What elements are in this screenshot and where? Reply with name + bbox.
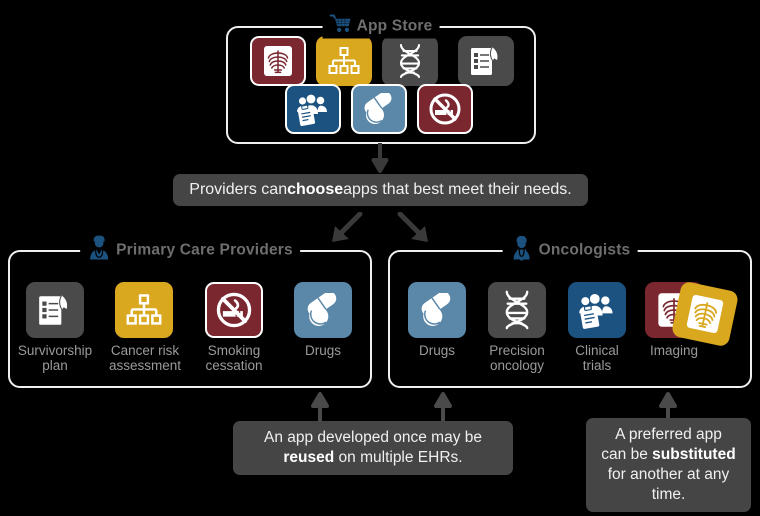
app-survivorship-plan[interactable] (26, 282, 84, 338)
banner-choose-apps: Providers can choose apps that best meet… (173, 174, 588, 206)
app-clinical-trials[interactable] (568, 282, 626, 338)
hierarchy-chart-icon (126, 294, 162, 325)
arrow-reuse-left (311, 392, 329, 424)
note-reuse-line2-suffix: on multiple EHRs. (334, 449, 463, 466)
app-precision-oncology[interactable] (488, 282, 546, 338)
app-drugs-oncologists[interactable] (408, 282, 466, 338)
banner-bold: choose (287, 181, 344, 198)
app-label-smoking-cessation: Smoking cessation (205, 343, 263, 373)
clipboard-ribbon-icon (471, 47, 498, 75)
banner-prefix: Providers can (189, 181, 288, 198)
hierarchy-chart-icon (328, 47, 360, 74)
tile-clipboard-ribbon[interactable] (458, 36, 514, 86)
tile-xray-chest[interactable] (250, 36, 306, 86)
app-label-imaging: Imaging (649, 343, 699, 358)
arrow-banner-to-oncologists (397, 212, 428, 242)
tile-clinical-trials-people[interactable] (285, 84, 341, 134)
note-reuse: An app developed once may be reused on m… (233, 421, 513, 475)
note-substitute-line3: for another at any (607, 466, 730, 483)
note-substitute-bold: substituted (652, 446, 736, 463)
dna-helix-icon (505, 290, 529, 330)
arrow-banner-to-primary-care (332, 212, 363, 242)
dna-helix-icon (399, 43, 421, 79)
panel-title-group-primary-care: Primary Care Providers (80, 234, 300, 266)
no-smoking-icon (216, 292, 252, 328)
xray-chest-icon (264, 46, 292, 76)
tile-drugs-pills[interactable] (351, 84, 407, 134)
app-store-title: App Store (356, 17, 433, 34)
shopping-cart-icon (329, 14, 352, 39)
note-substitute-line2: can be substituted (601, 445, 735, 465)
note-substitute-line2-prefix: can be (601, 446, 653, 463)
note-substitute-line1: A preferred app (615, 426, 722, 443)
panel-title-group-oncologists: Oncologists (502, 234, 638, 266)
note-substitute-line4: time. (651, 486, 686, 503)
tile-no-smoking[interactable] (417, 84, 473, 134)
panel-title-primary-care: Primary Care Providers (116, 241, 293, 258)
clipboard-ribbon-icon (39, 295, 68, 325)
tile-dna-helix[interactable] (382, 36, 438, 86)
drugs-pills-icon (307, 293, 337, 326)
app-smoking-cessation[interactable] (205, 282, 263, 338)
no-smoking-icon (429, 93, 461, 125)
panel-title-oncologists: Oncologists (538, 241, 631, 258)
app-label-drugs-primary-care: Drugs (304, 343, 341, 358)
drugs-pills-icon (364, 93, 392, 124)
app-label-cancer-risk-assessment: Cancer risk assessment (108, 343, 182, 373)
tile-hierarchy-chart[interactable] (316, 36, 372, 86)
note-substitute: A preferred app can be substituted for a… (586, 418, 751, 512)
note-reuse-line2: reused on multiple EHRs. (283, 448, 462, 468)
note-reuse-bold: reused (283, 449, 335, 466)
doctor-icon (87, 235, 111, 266)
app-store-title-group: App Store (322, 13, 440, 39)
app-cancer-risk-assessment[interactable] (115, 282, 173, 338)
clinical-trials-people-icon (297, 94, 327, 126)
xray-chest-icon (686, 294, 724, 334)
app-drugs-primary-care[interactable] (294, 282, 352, 338)
note-reuse-line1: An app developed once may be (263, 429, 483, 446)
app-label-survivorship-plan: Survivorship plan (17, 343, 93, 373)
banner-suffix: apps that best meet their needs. (343, 181, 572, 198)
drugs-pills-icon (421, 293, 451, 326)
clinical-trials-people-icon (579, 294, 613, 329)
app-imaging-substitute[interactable] (670, 280, 740, 348)
arrow-store-to-banner (371, 143, 389, 173)
oncologist-icon (510, 235, 534, 266)
arrow-reuse-right (434, 392, 452, 424)
infographic-stage: App Store Providers can choose apps that… (0, 0, 760, 516)
